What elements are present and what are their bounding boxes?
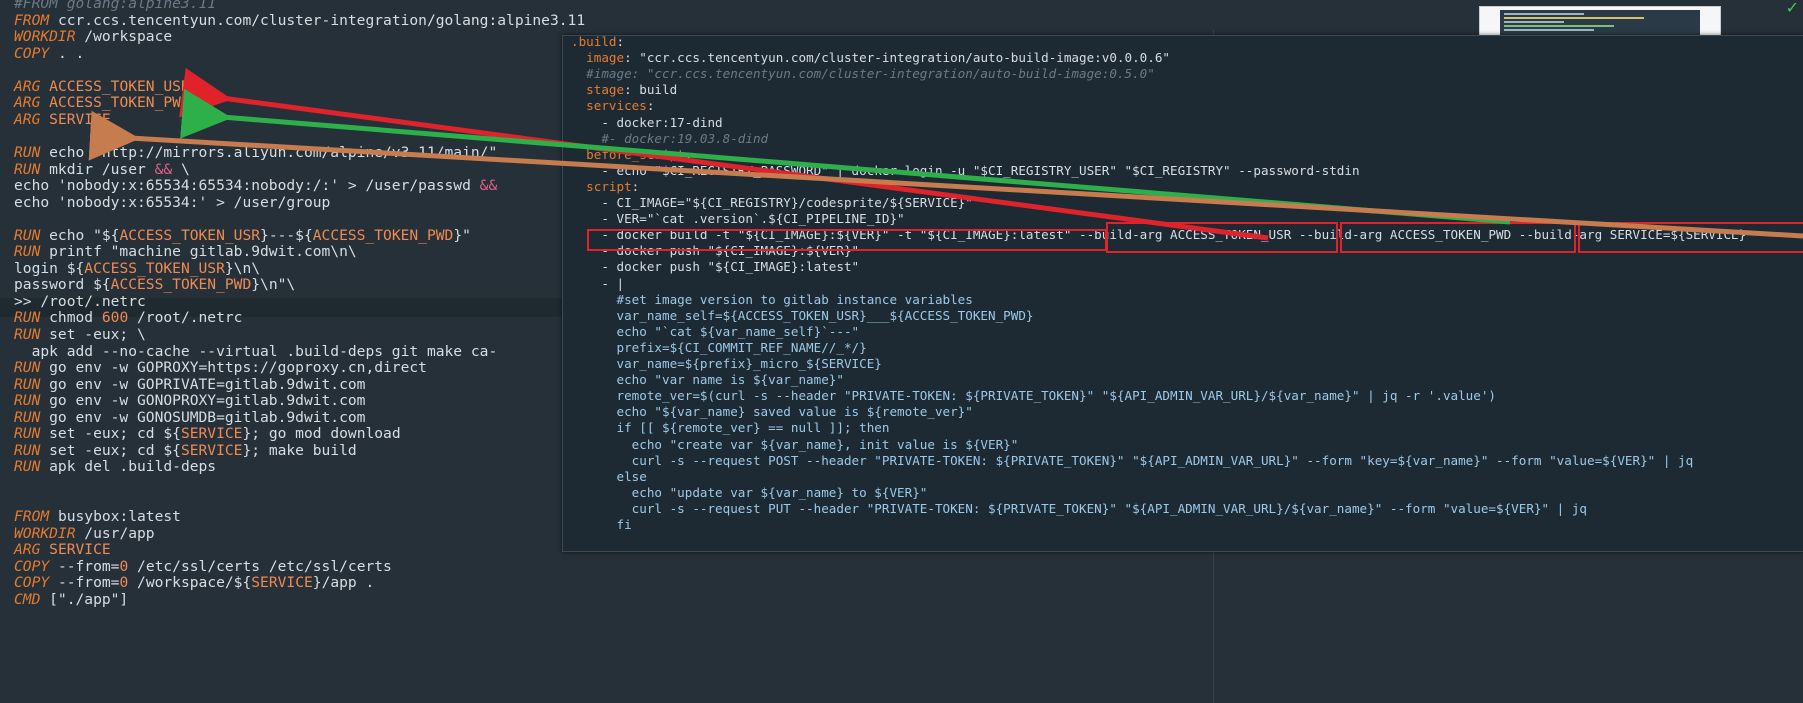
ci-line: - echo "$CI_REGISTRY_PASSWORD" | docker … <box>571 162 1360 178</box>
ci-line: before_script: <box>586 146 693 162</box>
ci-line: else <box>571 468 647 484</box>
ci-line: .build: <box>571 34 625 49</box>
ci-line: stage: build <box>586 82 678 98</box>
highlight-box-build-arg-service <box>1578 222 1803 253</box>
ci-line: #- docker:19.03.8-dind <box>571 130 769 146</box>
dockerfile-line[interactable]: CMD ["./app"] <box>14 590 128 609</box>
ci-line: fi <box>571 517 632 532</box>
ci-line: script: <box>586 178 640 194</box>
highlight-box-build-arg-usr <box>1106 222 1338 253</box>
ci-line: #set image version to gitlab instance va… <box>571 291 973 307</box>
checkmark-icon: ✓ <box>1785 0 1799 17</box>
ci-line: - docker:17-dind <box>571 114 723 130</box>
ci-line: - VER="`cat .version`.${CI_PIPELINE_ID}" <box>571 211 905 227</box>
ci-line: - docker push "${CI_IMAGE}:latest" <box>571 259 860 275</box>
ci-line: #image: "ccr.ccs.tencentyun.com/cluster-… <box>571 66 1155 82</box>
dockerfile-line[interactable]: COPY . . <box>14 44 84 63</box>
dockerfile-line[interactable]: RUN apk del .build-deps <box>14 457 216 476</box>
ci-line: if [[ ${remote_ver} == null ]]; then <box>571 420 890 436</box>
ci-line: remote_ver=$(curl -s --header "PRIVATE-T… <box>571 388 1497 404</box>
ci-line: echo "var name is ${var_name}" <box>571 372 844 388</box>
ci-line: echo "${var_name} saved value is ${remot… <box>571 404 973 420</box>
ci-line: curl -s --request POST --header "PRIVATE… <box>571 452 1694 468</box>
minimap-preview <box>1500 10 1700 36</box>
dockerfile-line[interactable]: echo 'nobody:x:65534:' > /user/group <box>14 193 330 212</box>
ci-line: - CI_IMAGE="${CI_REGISTRY}/codesprite/${… <box>571 195 973 210</box>
ci-line: echo "`cat ${var_name_self}`---" <box>571 323 860 339</box>
ci-line: echo "update var ${var_name} to ${VER}" <box>571 484 928 500</box>
ci-line: image: "ccr.ccs.tencentyun.com/cluster-i… <box>586 50 1171 66</box>
ci-line: - | <box>571 275 625 291</box>
ci-line: echo "create var ${var_name}, init value… <box>571 436 1019 452</box>
highlight-box-docker-build <box>587 229 1107 251</box>
highlight-box-build-arg-pwd <box>1340 222 1576 253</box>
ci-line: var_name=${prefix}_micro_${SERVICE} <box>571 356 882 371</box>
ci-line: curl -s --request PUT --header "PRIVATE-… <box>571 500 1587 516</box>
ci-line: services: <box>586 98 655 114</box>
ci-line: var_name_self=${ACCESS_TOKEN_USR}___${AC… <box>571 307 1034 323</box>
gitlab-ci-overlay: .build: image: "ccr.ccs.tencentyun.com/c… <box>562 34 1803 552</box>
dockerfile-line[interactable]: ARG SERVICE <box>14 110 111 129</box>
ci-line: prefix=${CI_COMMIT_REF_NAME//_*/} <box>571 339 867 355</box>
